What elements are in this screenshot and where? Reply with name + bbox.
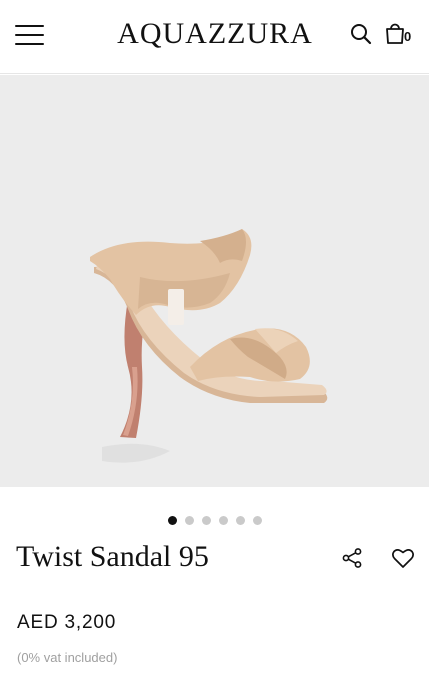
gallery-dot-5[interactable] bbox=[235, 516, 245, 525]
wishlist-button[interactable] bbox=[391, 547, 415, 569]
share-icon bbox=[342, 548, 362, 568]
search-icon bbox=[351, 24, 372, 45]
gallery-dot-2[interactable] bbox=[184, 516, 194, 525]
product-image bbox=[90, 229, 328, 463]
gallery-dot-3[interactable] bbox=[201, 516, 211, 525]
gallery-dot-6[interactable] bbox=[252, 516, 262, 525]
menu-line-1 bbox=[15, 25, 44, 28]
shopping-bag-icon bbox=[386, 23, 404, 44]
brand-label bbox=[168, 289, 184, 325]
brand-logo[interactable]: AQUAZZURA bbox=[110, 17, 320, 51]
search-button[interactable] bbox=[349, 22, 373, 46]
gallery-pagination bbox=[0, 516, 429, 525]
product-image-gallery[interactable] bbox=[0, 75, 429, 525]
gallery-dot-1[interactable] bbox=[167, 516, 177, 525]
product-price: AED 3,200 bbox=[17, 612, 117, 633]
site-header: AQUAZZURA 0 bbox=[0, 0, 429, 74]
share-button[interactable] bbox=[341, 547, 363, 569]
menu-line-2 bbox=[15, 34, 44, 37]
gallery-dot-4[interactable] bbox=[218, 516, 228, 525]
menu-button[interactable] bbox=[15, 24, 45, 48]
heart-icon bbox=[392, 549, 414, 568]
shopping-bag-button[interactable]: 0 bbox=[385, 21, 417, 49]
vat-note: (0% vat included) bbox=[17, 650, 118, 665]
bag-count: 0 bbox=[404, 29, 412, 44]
heel-shadow bbox=[102, 443, 170, 463]
product-name: Twist Sandal 95 bbox=[16, 540, 209, 573]
menu-line-3 bbox=[15, 43, 44, 46]
